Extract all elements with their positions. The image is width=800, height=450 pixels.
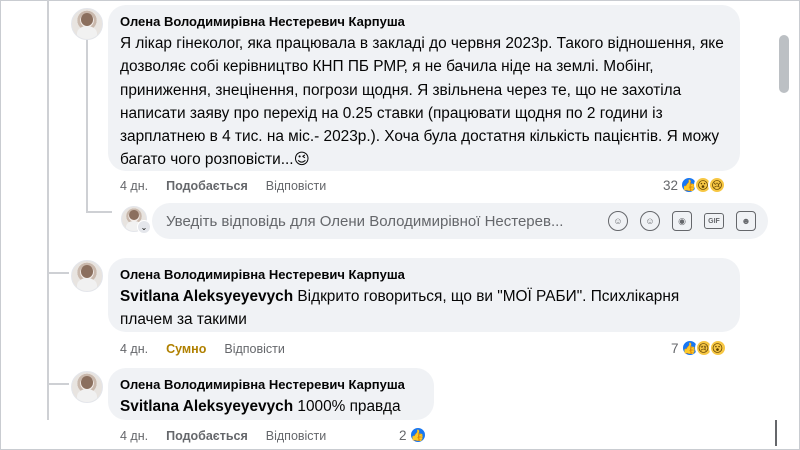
comment-timestamp[interactable]: 4 дн. — [120, 179, 148, 193]
wow-icon: 😮 — [708, 339, 727, 357]
mention-link[interactable]: Svitlana Aleksyeyevych — [120, 398, 293, 415]
comment-text: Я лікар гінеколог, яка працювала в закла… — [120, 35, 724, 169]
sticker-avatar-icon[interactable]: ☺ — [608, 211, 628, 231]
like-icon: 👍 — [408, 426, 427, 444]
avatar[interactable] — [71, 371, 103, 403]
thread-connector — [86, 38, 88, 213]
reaction-count: 32 — [663, 177, 679, 193]
chevron-down-icon[interactable]: ⌄ — [137, 220, 151, 234]
sad-icon: 😢 — [708, 176, 727, 194]
comment-timestamp[interactable]: 4 дн. — [120, 342, 148, 356]
reply-button[interactable]: Відповісти — [266, 429, 327, 443]
mention-link[interactable]: Svitlana Aleksyeyevych — [120, 288, 293, 305]
reply-button[interactable]: Відповісти — [266, 179, 327, 193]
thread-connector — [86, 211, 112, 213]
like-button[interactable]: Подобається — [166, 179, 248, 193]
comment-bubble: Олена Володимирівна Нестеревич Карпуша S… — [108, 258, 740, 332]
avatar[interactable] — [71, 260, 103, 292]
thread-connector — [47, 272, 69, 274]
comment-bubble: Олена Володимирівна Нестеревич Карпуша S… — [108, 368, 434, 420]
reply-button[interactable]: Відповісти — [224, 342, 285, 356]
sad-reaction-button[interactable]: Сумно — [166, 342, 206, 356]
thread-connector — [47, 383, 69, 385]
gif-icon[interactable]: GIF — [704, 213, 724, 229]
comment-actions: 4 дн. Сумно Відповісти — [120, 342, 303, 356]
comment-author[interactable]: Олена Володимирівна Нестеревич Карпуша — [120, 267, 728, 282]
comment-bubble: Олена Володимирівна Нестеревич Карпуша Я… — [108, 5, 740, 171]
reply-placeholder: Уведіть відповідь для Олени Володимирівн… — [166, 212, 564, 230]
reaction-summary[interactable]: 2 👍 — [399, 426, 427, 444]
comment-text: Svitlana Aleksyeyevych Відкрито говорить… — [120, 288, 680, 329]
reaction-count: 2 — [399, 427, 407, 443]
scrollbar-track[interactable] — [775, 420, 777, 446]
camera-icon[interactable]: ◉ — [672, 211, 692, 231]
thread-connector — [47, 0, 49, 420]
reaction-summary[interactable]: 32 👍 😮 😢 — [663, 176, 727, 194]
reply-input[interactable]: Уведіть відповідь для Олени Володимирівн… — [152, 203, 768, 239]
comment-author[interactable]: Олена Володимирівна Нестеревич Карпуша — [120, 14, 728, 29]
like-button[interactable]: Подобається — [166, 429, 248, 443]
reaction-summary[interactable]: 7 👍 😢 😮 — [671, 339, 727, 357]
comment-author[interactable]: Олена Володимирівна Нестеревич Карпуша — [120, 377, 422, 392]
scrollbar-thumb[interactable] — [779, 35, 789, 93]
wink-emoji-icon: 😉 — [293, 151, 310, 169]
emoji-icon[interactable]: ☺ — [640, 211, 660, 231]
comment-timestamp[interactable]: 4 дн. — [120, 429, 148, 443]
avatar[interactable] — [71, 8, 103, 40]
reaction-count: 7 — [671, 340, 679, 356]
sticker-icon[interactable]: ☻ — [736, 211, 756, 231]
reply-toolbar: ☺ ☺ ◉ GIF ☻ — [608, 211, 768, 231]
comment-actions: 4 дн. Подобається Відповісти — [120, 429, 344, 443]
comment-actions: 4 дн. Подобається Відповісти — [120, 179, 344, 193]
comment-text: Svitlana Aleksyeyevych 1000% правда — [120, 398, 401, 415]
